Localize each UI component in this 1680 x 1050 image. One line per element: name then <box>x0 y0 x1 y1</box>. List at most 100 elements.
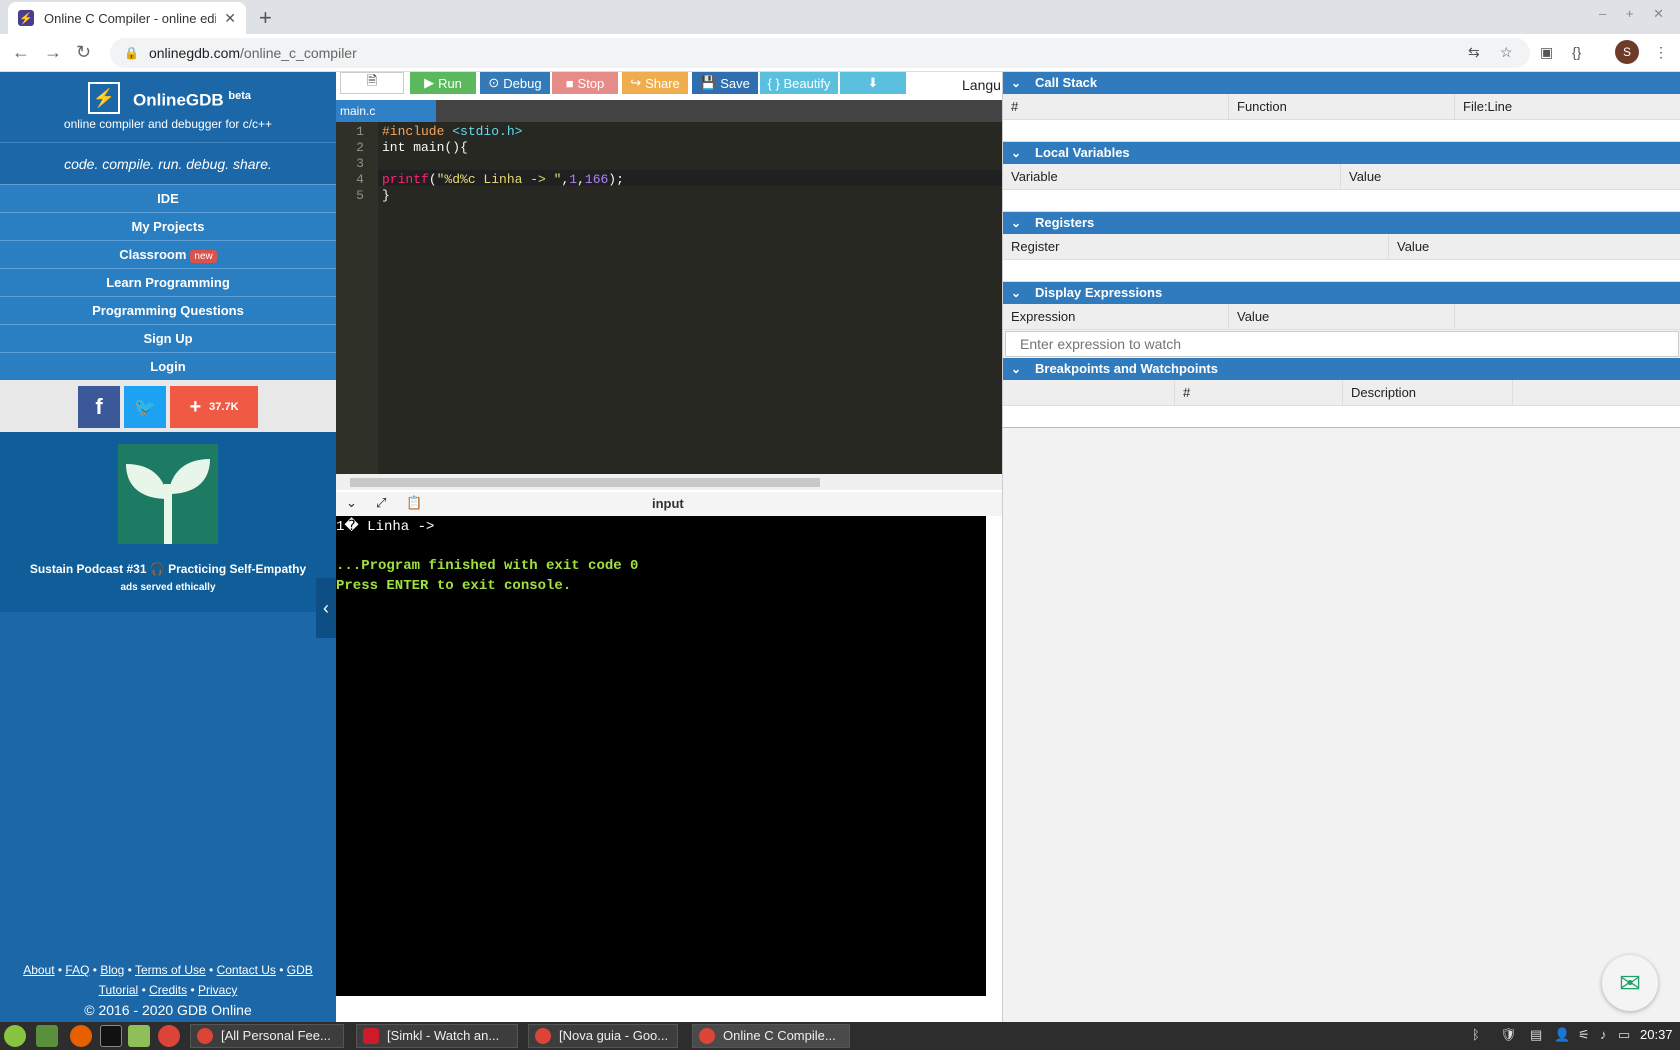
debug-icon: ⊙ <box>488 75 500 90</box>
new-tab-icon[interactable]: + <box>259 5 272 31</box>
close-tab-icon[interactable]: ✕ <box>224 10 236 27</box>
taskbar-window[interactable]: [Simkl - Watch an... <box>356 1024 518 1048</box>
footer-link-privacy[interactable]: Privacy <box>198 983 237 997</box>
back-icon[interactable]: ← <box>12 42 30 63</box>
firefox-icon[interactable] <box>70 1025 92 1047</box>
code-line-1: #include <stdio.h> <box>382 124 523 139</box>
battery-icon[interactable]: ▭ <box>1618 1027 1630 1043</box>
footer-link-tutorial[interactable]: Tutorial <box>99 983 139 997</box>
share-button[interactable]: ↪ Share <box>622 72 688 94</box>
taskbar-window[interactable]: [Nova guia - Goo... <box>528 1024 678 1048</box>
download-icon[interactable]: ⬇ <box>840 72 906 94</box>
code-line-5: } <box>382 188 390 203</box>
sprout-ad-image[interactable] <box>118 444 218 544</box>
volume-icon[interactable]: ♪ <box>1600 1027 1607 1042</box>
twitter-icon[interactable]: 🐦 <box>124 386 166 428</box>
nav-login[interactable]: Login <box>0 352 336 380</box>
shield-icon[interactable]: 🛡 <box>1500 1027 1517 1043</box>
call-stack-columns: # Function File:Line <box>1003 94 1680 120</box>
stop-button[interactable]: ■ Stop <box>552 72 618 94</box>
scrollbar-thumb[interactable] <box>350 478 820 487</box>
files-icon[interactable] <box>128 1025 150 1047</box>
clipboard-icon[interactable]: 📋 <box>406 495 422 511</box>
save-button[interactable]: 💾 Save <box>692 72 758 94</box>
mint-menu-icon[interactable] <box>4 1025 26 1047</box>
run-button[interactable]: ▶ Run <box>410 72 476 94</box>
footer-link-faq[interactable]: FAQ <box>65 963 89 977</box>
extension-icon[interactable]: ▣ <box>1540 44 1553 61</box>
registers-header[interactable]: ⌄ Registers <box>1003 212 1680 234</box>
facebook-icon[interactable]: f <box>78 386 120 428</box>
local-variables-columns: Variable Value <box>1003 164 1680 190</box>
copyright: © 2016 - 2020 GDB Online <box>84 1002 252 1018</box>
chevron-down-icon[interactable]: ⌄ <box>346 495 357 511</box>
footer-link-gdb[interactable]: GDB <box>287 963 313 977</box>
user-icon[interactable]: 👤 <box>1554 1027 1570 1043</box>
address-bar[interactable]: 🔒 onlinegdb.com/online_c_compiler <box>110 38 1530 68</box>
chrome-icon <box>197 1028 213 1044</box>
share-count-button[interactable]: +37.7K <box>170 386 258 428</box>
network-icon[interactable]: ⚟ <box>1578 1027 1590 1043</box>
brand-name[interactable]: OnlineGDB beta <box>133 90 251 111</box>
collapse-sidebar-chevron-icon[interactable]: ‹ <box>316 578 336 638</box>
footer-link-about[interactable]: About <box>23 963 54 977</box>
ad-block[interactable]: Sustain Podcast #31 🎧 Practicing Self-Em… <box>0 432 336 612</box>
forward-icon[interactable]: → <box>44 42 62 63</box>
code-editor[interactable]: 1 2 3 4 5 #include <stdio.h> int main(){… <box>336 122 1002 474</box>
sidebar-footer: About • FAQ • Blog • Terms of Use • Cont… <box>0 960 336 1020</box>
file-tabs: main.c <box>336 100 1002 122</box>
nav-learn-programming[interactable]: Learn Programming <box>0 268 336 296</box>
extension-code-icon[interactable]: {} <box>1572 44 1581 60</box>
taskbar-window-active[interactable]: Online C Compile... <box>692 1024 850 1048</box>
nav-sign-up[interactable]: Sign Up <box>0 324 336 352</box>
window-controls[interactable]: – + ✕ <box>1599 6 1672 22</box>
editor-horizontal-scrollbar[interactable] <box>336 474 1002 490</box>
nav-my-projects[interactable]: My Projects <box>0 212 336 240</box>
nav-classroom[interactable]: Classroom new <box>0 240 336 268</box>
chrome-icon[interactable] <box>158 1025 180 1047</box>
bookmark-star-icon[interactable]: ☆ <box>1500 44 1513 61</box>
line-number: 1 <box>356 124 364 139</box>
taskbar-window[interactable]: [All Personal Fee... <box>190 1024 344 1048</box>
reload-icon[interactable]: ↻ <box>76 42 91 63</box>
col-header: Value <box>1397 239 1430 254</box>
new-file-icon[interactable]: 🗎 <box>340 72 404 94</box>
footer-link-terms[interactable]: Terms of Use <box>135 963 206 977</box>
footer-link-contact[interactable]: Contact Us <box>217 963 276 977</box>
expand-icon[interactable]: ⤢ <box>376 495 386 511</box>
watch-expression-input[interactable] <box>1005 331 1679 357</box>
bluetooth-icon[interactable]: ᛒ <box>1472 1027 1480 1042</box>
console-input-label[interactable]: input <box>652 496 684 511</box>
file-tab-main-c[interactable]: main.c <box>336 100 436 122</box>
clipboard-icon[interactable]: ▤ <box>1530 1027 1542 1043</box>
debug-button[interactable]: ⊙ Debug <box>480 72 550 94</box>
beautify-button[interactable]: { } Beautify <box>760 72 838 94</box>
show-desktop-icon[interactable] <box>36 1025 58 1047</box>
display-expressions-header[interactable]: ⌄ Display Expressions <box>1003 282 1680 304</box>
nav-programming-questions[interactable]: Programming Questions <box>0 296 336 324</box>
call-stack-header[interactable]: ⌄ Call Stack <box>1003 72 1680 94</box>
col-header: Variable <box>1003 164 1341 190</box>
browser-menu-icon[interactable]: ⋮ <box>1654 44 1668 61</box>
nav-ide[interactable]: IDE <box>0 184 336 212</box>
ad-subtitle[interactable]: ads served ethically <box>0 582 336 593</box>
ad-title[interactable]: Sustain Podcast #31 🎧 Practicing Self-Em… <box>0 562 336 576</box>
onlinegdb-logo-icon[interactable]: ⚡ <box>88 82 120 114</box>
browser-tab[interactable]: ⚡ Online C Compiler - online edi ✕ <box>8 2 246 34</box>
footer-link-blog[interactable]: Blog <box>100 963 124 977</box>
chevron-down-icon: ⌄ <box>1011 76 1022 90</box>
line-number: 5 <box>356 188 364 203</box>
terminal-icon[interactable] <box>100 1025 122 1047</box>
code-line-2: int main(){ <box>382 140 468 155</box>
console-output[interactable]: 1� Linha -> ...Program finished with exi… <box>336 516 986 996</box>
clock[interactable]: 20:37 <box>1640 1027 1673 1042</box>
language-label[interactable]: Langu <box>962 77 1001 93</box>
footer-link-credits[interactable]: Credits <box>149 983 187 997</box>
profile-avatar[interactable]: S <box>1615 40 1639 64</box>
local-variables-header[interactable]: ⌄ Local Variables <box>1003 142 1680 164</box>
play-icon: ▶ <box>424 75 435 90</box>
breakpoints-header[interactable]: ⌄ Breakpoints and Watchpoints <box>1003 358 1680 380</box>
console-vertical-scrollbar[interactable] <box>986 516 1002 996</box>
translate-icon[interactable]: ⇆ <box>1468 44 1480 61</box>
mail-feedback-icon[interactable]: ✉ <box>1602 955 1658 1011</box>
